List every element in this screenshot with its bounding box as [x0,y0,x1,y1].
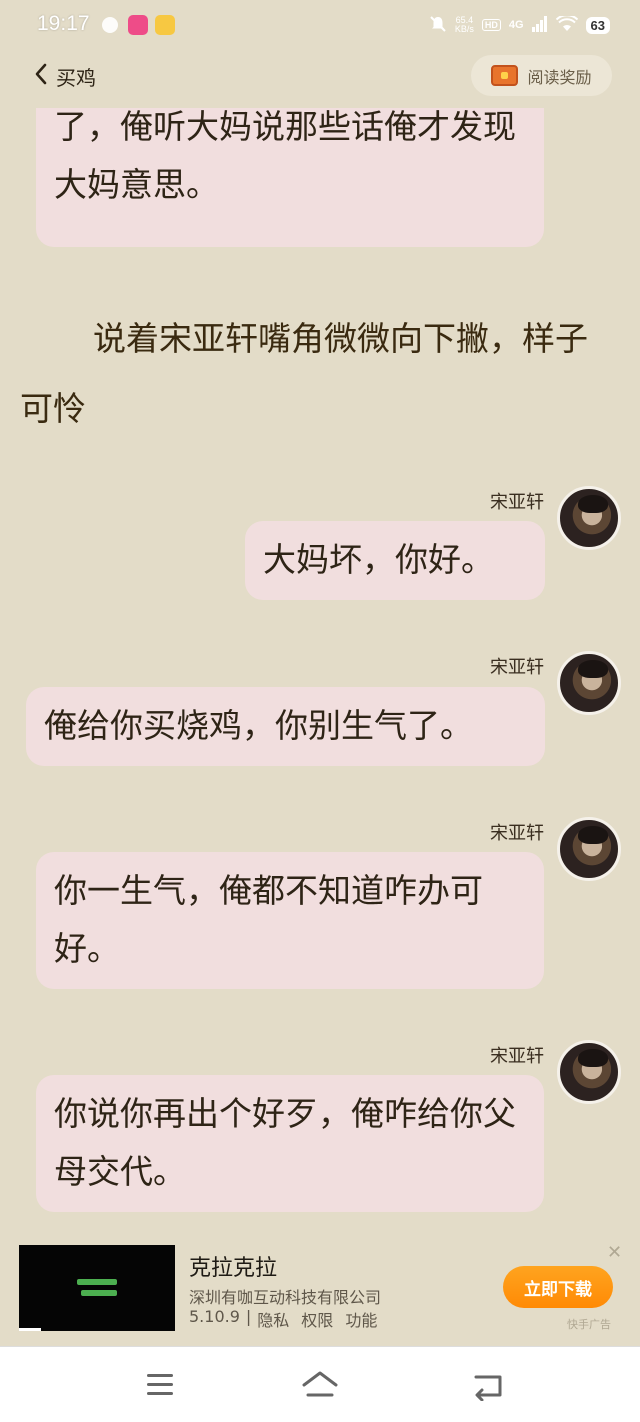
message-bubble: 你一生气，俺都不知道咋办可好。 [36,852,544,989]
status-bar: 19:17 65.4 KB/s HD 4G 63 [0,0,640,50]
ad-version: 5.10.9 [189,1307,240,1326]
ad-thumbnail-progress [19,1328,41,1331]
wifi-icon [555,13,578,35]
back-nav-button[interactable] [468,1369,508,1402]
ad-banner[interactable]: 克拉克拉 深圳有咖互动科技有限公司 5.10.9 | 隐私 权限 功能 立即下载… [0,1238,640,1338]
avatar[interactable] [557,486,621,550]
system-nav-bar [0,1346,640,1422]
download-button[interactable]: 立即下载 [503,1266,613,1308]
reading-reward-label: 阅读奖励 [527,67,592,87]
close-icon[interactable]: ✕ [607,1242,622,1263]
hd-icon: HD [481,19,501,31]
story-content[interactable]: 了，俺听大妈说那些话俺才发现大妈意思。 说着宋亚轩嘴角微微向下撇，样子可怜 宋亚… [0,108,640,1238]
ad-thumbnail[interactable] [19,1245,175,1331]
network-type: 4G [508,19,524,31]
battery-indicator: 63 [585,16,610,34]
ad-thumbnail-bar [77,1279,117,1285]
message-bubble: 了，俺听大妈说那些话俺才发现大妈意思。 [36,108,544,247]
message-text: 你一生气，俺都不知道咋办可好。 [54,871,483,968]
avatar[interactable] [557,817,621,881]
speaker-name: 宋亚轩 [490,823,544,844]
avatar[interactable] [557,1040,621,1104]
speaker-name: 宋亚轩 [490,492,544,513]
treasure-chest-icon [491,65,519,86]
mute-bell-icon [429,15,447,36]
message-text: 大妈坏，你好。 [263,540,494,579]
speaker-name: 宋亚轩 [490,657,544,678]
message-text: 俺给你买烧鸡，你别生气了。 [44,706,473,745]
home-icon [300,1371,340,1405]
account-icon [102,17,118,33]
message-bubble: 大妈坏，你好。 [245,521,545,600]
network-speed: 65.4 KB/s [455,16,474,34]
message-bubble: 俺给你买烧鸡，你别生气了。 [26,687,545,766]
message-text: 你说你再出个好歹，俺咋给你父母交代。 [54,1094,516,1191]
status-time: 19:17 [37,12,90,35]
menu-button[interactable] [140,1369,180,1401]
ad-features-link[interactable]: 功能 [345,1307,377,1331]
ad-company: 深圳有咖互动科技有限公司 [189,1288,382,1307]
status-right: 65.4 KB/s HD 4G 63 [429,12,610,38]
ad-permissions-link[interactable]: 权限 [301,1307,333,1331]
speaker-name: 宋亚轩 [490,1046,544,1067]
back-button[interactable]: 买鸡 [34,60,96,92]
reading-reward-button[interactable]: 阅读奖励 [471,55,612,96]
ad-title[interactable]: 克拉克拉 [189,1250,277,1282]
avatar[interactable] [557,651,621,715]
ad-separator: | [245,1307,252,1326]
ad-meta: 5.10.9 | 隐私 权限 功能 [189,1307,377,1331]
chevron-left-icon [34,63,48,89]
ad-thumbnail-bar [81,1290,117,1296]
weibo-icon [155,15,175,35]
signal-icon [531,15,548,35]
back-arrow-icon [468,1375,508,1405]
network-speed-unit: KB/s [454,24,474,34]
message-text: 了，俺听大妈说那些话俺才发现大妈意思。 [54,108,516,204]
chapter-title: 买鸡 [56,65,96,90]
app-notification-icon [128,15,148,35]
home-button[interactable] [300,1369,340,1401]
narration-text: 说着宋亚轩嘴角微微向下撇，样子可怜 [20,319,588,428]
ad-privacy-link[interactable]: 隐私 [257,1307,289,1331]
ad-source-label: 快手广告 [567,1318,611,1331]
message-bubble: 你说你再出个好歹，俺咋给你父母交代。 [36,1075,544,1212]
